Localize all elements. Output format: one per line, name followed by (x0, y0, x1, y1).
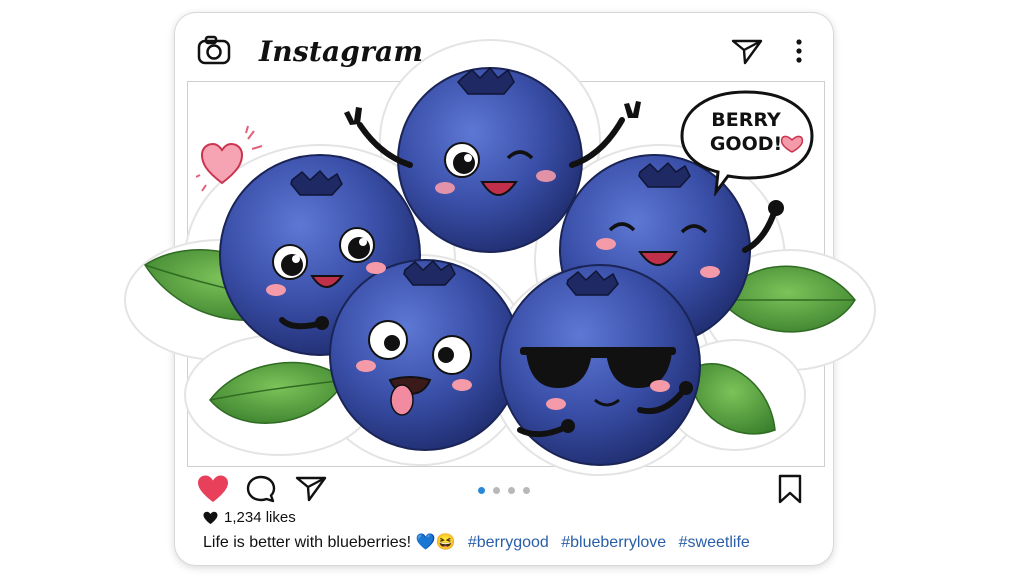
likes-count[interactable]: 1,234 likes (203, 509, 296, 526)
carousel-dot[interactable] (478, 487, 485, 494)
carousel-dot[interactable] (523, 487, 530, 494)
carousel-dot[interactable] (493, 487, 500, 494)
post-header: Instagram (175, 13, 833, 83)
speech-bubble-text: BERRY GOOD! (706, 108, 786, 156)
camera-icon[interactable] (197, 35, 231, 65)
post-actions (175, 468, 833, 512)
carousel-indicator (478, 487, 530, 494)
more-vertical-icon[interactable] (789, 37, 809, 65)
hashtag-link[interactable]: #blueberrylove (561, 534, 666, 551)
speech-line: GOOD! (709, 133, 783, 155)
speech-line: BERRY (711, 109, 781, 131)
app-title: Instagram (259, 35, 424, 68)
carousel-dot[interactable] (508, 487, 515, 494)
likes-text: 1,234 likes (224, 509, 296, 526)
post-caption: Life is better with blueberries! 💙😆 #ber… (203, 532, 750, 552)
heart-doodle-icon (196, 125, 263, 192)
hashtag-link[interactable]: #sweetlife (679, 534, 750, 551)
heart-icon[interactable] (197, 474, 229, 504)
paper-plane-icon[interactable] (731, 37, 763, 65)
share-icon[interactable] (295, 474, 327, 504)
comment-icon[interactable] (245, 474, 277, 504)
heart-small-icon (203, 511, 218, 524)
hashtag-link[interactable]: #berrygood (468, 534, 549, 551)
caption-text: Life is better with blueberries! 💙😆 (203, 534, 456, 551)
bookmark-icon[interactable] (777, 474, 803, 504)
